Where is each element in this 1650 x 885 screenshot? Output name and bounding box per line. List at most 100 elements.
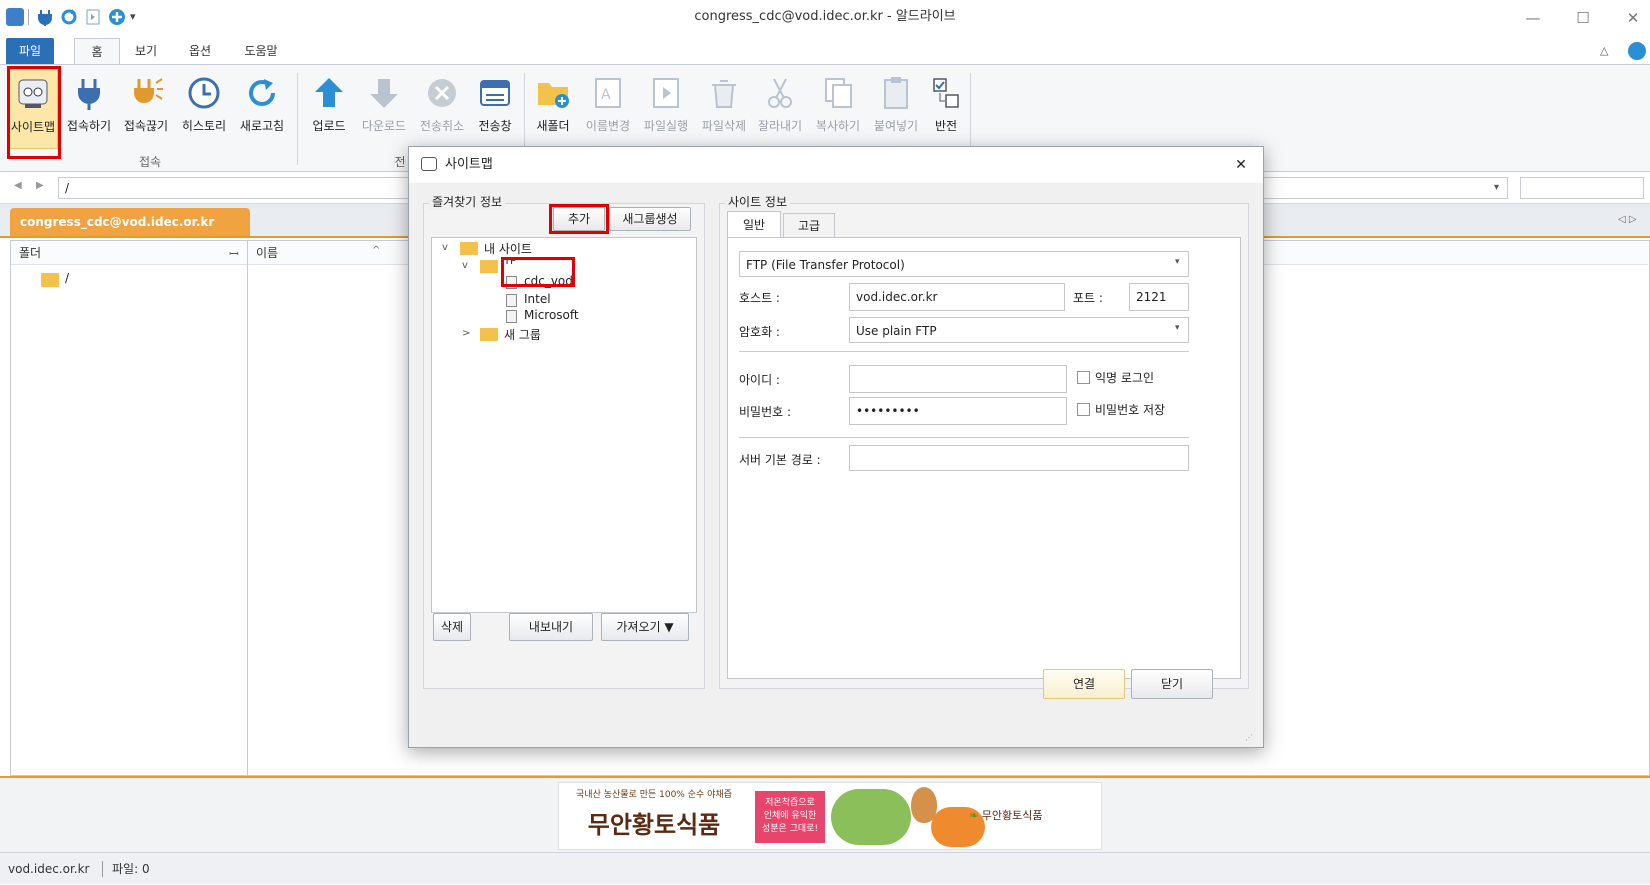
tab-options[interactable]: 옵션 (180, 38, 220, 64)
delete-site-button[interactable]: 삭제 (433, 613, 471, 641)
expand-caret-icon[interactable]: > (462, 328, 470, 339)
transfer-group-label: 전 (394, 155, 406, 169)
cut-button[interactable]: 잘라내기 (752, 69, 808, 149)
forward-arrow-icon[interactable]: ▶ (36, 180, 44, 191)
search-input[interactable] (1520, 177, 1644, 199)
folder-icon (460, 242, 478, 255)
run-file-label: 파일실행 (643, 119, 689, 133)
refresh-label: 새로고침 (239, 119, 285, 133)
copy-button[interactable]: 복사하기 (810, 69, 866, 149)
save-password-checkbox[interactable] (1077, 403, 1090, 416)
rename-button[interactable]: A 이름변경 (580, 69, 636, 149)
protocol-select[interactable]: FTP (File Transfer Protocol) (739, 251, 1189, 277)
folder-icon (480, 260, 498, 273)
id-input[interactable] (849, 365, 1067, 393)
ad-badge-line: 저온착즙으로 (765, 798, 815, 808)
transfer-window-label: 전송창 (478, 119, 512, 133)
new-group-button[interactable]: 새그룹생성 (609, 207, 691, 231)
run-file-button[interactable]: 파일실행 (638, 69, 694, 149)
help-icon[interactable] (1628, 42, 1646, 60)
site-file-icon (506, 310, 517, 323)
tree-item-intel[interactable]: Intel (524, 292, 551, 306)
folder-icon (41, 273, 59, 287)
ribbon-collapse-icon[interactable]: △ (1600, 44, 1614, 58)
host-input[interactable]: vod.idec.or.kr (849, 283, 1065, 311)
anonymous-login-label: 익명 로그인 (1095, 371, 1155, 385)
save-password-label: 비밀번호 저장 (1095, 403, 1166, 417)
anonymous-login-checkbox[interactable] (1077, 371, 1090, 384)
export-button[interactable]: 내보내기 (509, 613, 593, 641)
pin-icon[interactable]: ꟷ (229, 245, 239, 262)
host-label: 호스트 : (739, 291, 780, 305)
tab-advanced[interactable]: 고급 (783, 213, 835, 237)
ad-badge-line: 성분은 그대로! (761, 824, 819, 834)
rename-label: 이름변경 (585, 119, 631, 133)
cancel-transfer-button[interactable]: 전송취소 (414, 69, 470, 149)
disconnect-button[interactable]: 접속끊기 (118, 69, 174, 149)
download-button[interactable]: 다운로드 (356, 69, 412, 149)
tab-help[interactable]: 도움말 (236, 38, 286, 64)
tab-home[interactable]: 홈 (74, 38, 120, 64)
paste-label: 붙여넣기 (873, 119, 919, 133)
path-dropdown-icon[interactable]: ▾ (1494, 182, 1499, 193)
encryption-select[interactable]: Use plain FTP (849, 317, 1189, 343)
ad-brand: 무안황토식품 (587, 811, 721, 839)
dialog-title: 사이트맵 (445, 157, 493, 172)
folder-panel: 폴더 ꟷ / (10, 240, 248, 776)
cancel-transfer-label: 전송취소 (419, 119, 465, 133)
delete-file-button[interactable]: 파일삭제 (696, 69, 752, 149)
password-input[interactable]: ••••••••• (849, 397, 1067, 425)
status-file-count: 파일: 0 (112, 862, 150, 876)
site-file-icon (506, 294, 517, 307)
tree-item-microsoft[interactable]: Microsoft (524, 308, 579, 322)
unplug-icon (128, 75, 164, 111)
upload-button[interactable]: 업로드 (304, 69, 354, 149)
back-arrow-icon[interactable]: ◀ (14, 180, 22, 191)
paste-button[interactable]: 붙여넣기 (868, 69, 924, 149)
copy-icon (820, 75, 856, 111)
cancel-icon (424, 75, 460, 111)
status-bar: vod.idec.or.kr 파일: 0 (0, 852, 1650, 884)
transfer-window-icon (477, 75, 513, 111)
import-button[interactable]: 가져오기 ▼ (601, 613, 689, 641)
connect-dialog-button[interactable]: 연결 (1043, 669, 1125, 699)
new-folder-button[interactable]: 새폴더 (528, 69, 578, 149)
collapse-caret-icon[interactable]: v (442, 242, 448, 253)
group-separator (297, 73, 298, 165)
folder-root[interactable]: / (65, 271, 69, 285)
tree-root-my-sites[interactable]: 내 사이트 (484, 240, 532, 257)
collapse-caret-icon[interactable]: v (462, 260, 468, 271)
tab-general[interactable]: 일반 (727, 211, 781, 237)
plug-icon (71, 75, 107, 111)
invert-selection-icon (928, 75, 964, 111)
history-button[interactable]: 히스토리 (176, 69, 232, 149)
protocol-dropdown-icon[interactable]: ▾ (1175, 257, 1180, 267)
maximize-button[interactable]: ☐ (1568, 8, 1598, 28)
resize-grip-icon[interactable]: ⋰ (1245, 733, 1253, 742)
title-bar: ▾ congress_cdc@vod.idec.or.kr - 알드라이브 — … (0, 0, 1650, 34)
invert-selection-button[interactable]: 반전 (926, 69, 966, 149)
connect-button[interactable]: 접속하기 (64, 69, 114, 149)
port-input[interactable]: 2121 (1129, 283, 1189, 311)
tab-scroll-icon[interactable]: ◁ ▷ (1618, 214, 1637, 225)
ad-cabbage-image (831, 789, 911, 845)
new-folder-label: 새폴더 (536, 119, 570, 133)
refresh-button[interactable]: 새로고침 (234, 69, 290, 149)
server-path-input[interactable] (849, 445, 1189, 471)
copy-label: 복사하기 (815, 119, 861, 133)
close-dialog-button[interactable]: 닫기 (1131, 669, 1213, 699)
svg-text:A: A (601, 87, 611, 103)
scissors-icon (762, 75, 798, 111)
dialog-close-icon[interactable]: ✕ (1229, 147, 1253, 183)
server-path-label: 서버 기본 경로 : (739, 453, 821, 467)
minimize-button[interactable]: — (1518, 8, 1548, 28)
session-tab[interactable]: congress_cdc@vod.idec.or.kr (10, 208, 250, 236)
close-button[interactable]: ✕ (1618, 8, 1648, 28)
tab-file[interactable]: 파일 (6, 38, 54, 64)
disconnect-label: 접속끊기 (123, 119, 169, 133)
tab-view[interactable]: 보기 (126, 38, 166, 64)
encryption-dropdown-icon[interactable]: ▾ (1175, 323, 1180, 333)
tree-new-group[interactable]: 새 그룹 (504, 326, 541, 343)
transfer-window-button[interactable]: 전송창 (470, 69, 520, 149)
ad-banner[interactable]: 국내산 농산물로 만든 100% 순수 야채즙 무안황토식품 저온착즙으로 인체… (558, 782, 1102, 850)
